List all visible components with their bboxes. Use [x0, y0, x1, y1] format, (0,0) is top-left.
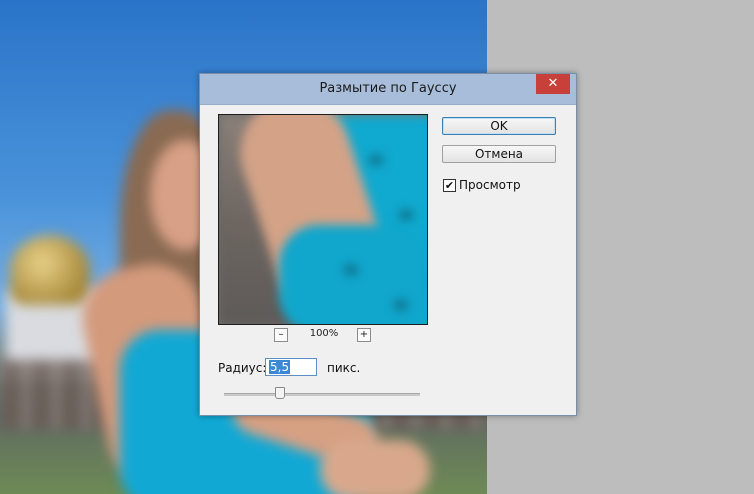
- radius-slider-thumb[interactable]: [274, 387, 285, 399]
- preview-dress-lower: [279, 225, 427, 324]
- preview-dress-dot: [399, 210, 413, 220]
- zoom-level: 100%: [309, 328, 339, 339]
- radius-value: 5,5: [269, 360, 291, 374]
- radius-input[interactable]: 5,5: [265, 358, 317, 376]
- zoom-in-button[interactable]: +: [357, 328, 371, 342]
- close-button[interactable]: ✕: [536, 74, 570, 94]
- preview-dress-dot: [394, 300, 408, 310]
- radius-label: Радиус:: [218, 361, 267, 375]
- preview-dress-dot: [344, 265, 358, 275]
- checkmark-icon: ✔: [444, 179, 455, 192]
- preview-checkbox-label[interactable]: Просмотр: [459, 178, 521, 192]
- photo-dome: [10, 235, 90, 305]
- dialog-title: Размытие по Гауссу: [319, 81, 457, 96]
- ok-button[interactable]: OK: [442, 117, 556, 135]
- radius-unit: пикс.: [327, 361, 361, 375]
- zoom-out-button[interactable]: –: [274, 328, 288, 342]
- close-icon: ✕: [547, 76, 559, 91]
- gaussian-blur-dialog: Размытие по Гауссу ✕ – 100% + OK Отмена …: [199, 73, 577, 416]
- photo-hand: [320, 440, 430, 494]
- dialog-titlebar[interactable]: Размытие по Гауссу ✕: [200, 74, 576, 105]
- zoom-controls: – 100% +: [274, 328, 371, 342]
- preview-dress-dot: [369, 155, 383, 165]
- cancel-button[interactable]: Отмена: [442, 145, 556, 163]
- preview-image[interactable]: [218, 114, 428, 325]
- preview-checkbox[interactable]: ✔: [443, 179, 456, 192]
- radius-slider-track[interactable]: [224, 393, 420, 396]
